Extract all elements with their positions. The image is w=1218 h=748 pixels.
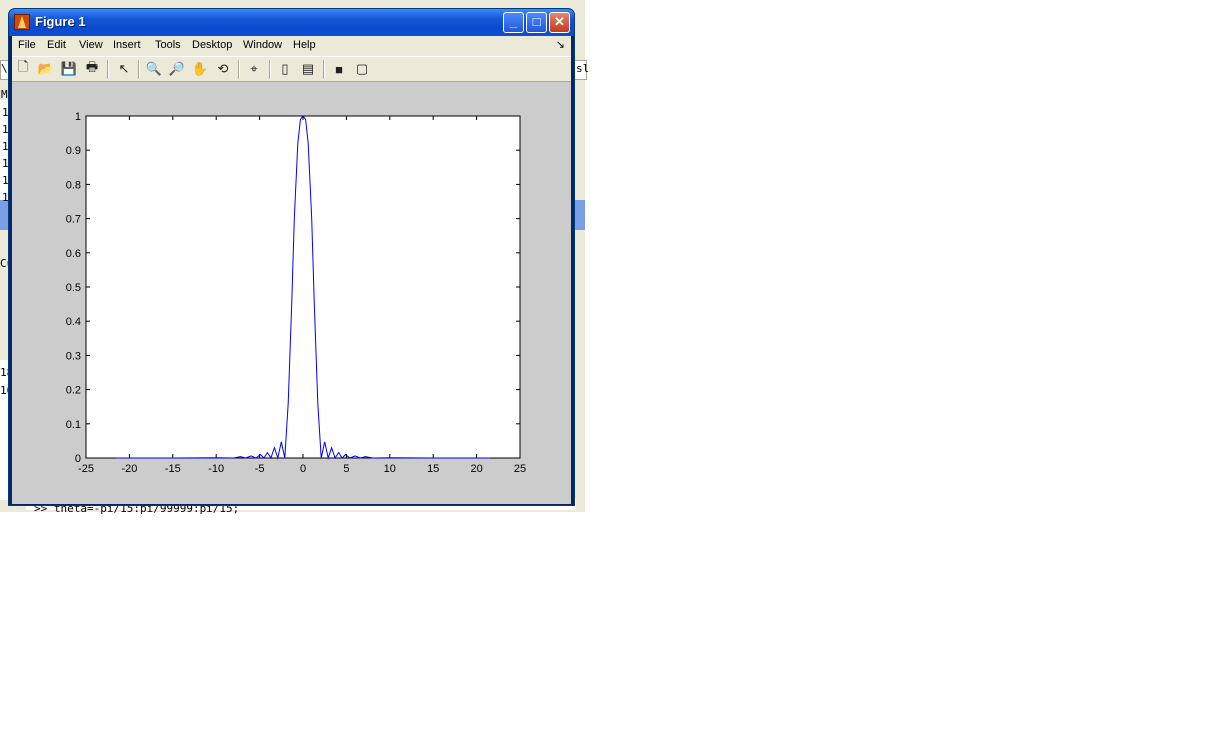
menu-file[interactable]: File: [18, 39, 36, 51]
x-tick-label: 15: [427, 463, 439, 475]
x-tick-label: -15: [165, 463, 181, 475]
axes-box[interactable]: [85, 115, 521, 459]
pan-icon[interactable]: ✋: [191, 60, 209, 78]
desktop-fragment: M: [1, 88, 8, 101]
title-bar[interactable]: Figure 1 _ □ ✕: [9, 9, 574, 36]
toolbar-separator: [269, 60, 271, 79]
y-tick-label: 0.6: [66, 248, 81, 260]
insert-legend-icon[interactable]: ▤: [299, 60, 317, 78]
x-tick-label: 20: [470, 463, 482, 475]
desktop-fragment: sl: [576, 62, 590, 75]
hide-plot-tools-icon[interactable]: ■: [330, 60, 348, 78]
menu-bar: File Edit View Insert Tools Desktop Wind…: [12, 36, 571, 56]
menu-insert[interactable]: Insert: [113, 39, 141, 51]
toolbar-separator: [138, 60, 140, 79]
insert-colorbar-icon[interactable]: ▯: [276, 60, 294, 78]
matlab-logo-icon[interactable]: [14, 14, 30, 30]
figure-toolbar: 🗋 📂 💾 🖶 ↖ 🔍 🔎 ✋ ⟲ ⌖ ▯ ▤ ■ ▢: [12, 56, 571, 82]
y-tick-label: 0.9: [66, 145, 81, 157]
plot-svg[interactable]: -25 -20 -15 -10 -5 0 5 10 15 20 2500.10.20.30.40.5…: [12, 82, 571, 504]
dock-figure-arrow-icon[interactable]: ↘: [556, 38, 565, 51]
x-tick-label: 5: [343, 463, 349, 475]
y-tick-label: 1: [75, 111, 81, 123]
zoom-out-icon[interactable]: 🔎: [168, 60, 186, 78]
y-tick-label: 0.5: [66, 282, 81, 294]
figure-canvas[interactable]: -25 -20 -15 -10 -5 0 5 10 15 20 25 0 0.1 0.2 0.3 0.4 0.5…: [12, 82, 571, 504]
toolbar-separator: [238, 60, 240, 79]
rotate-3d-icon[interactable]: ⟲: [214, 60, 232, 78]
y-tick-label: 0.8: [66, 179, 81, 191]
toolbar-separator: [323, 60, 325, 79]
menu-help[interactable]: Help: [293, 39, 316, 51]
menu-edit[interactable]: Edit: [47, 39, 66, 51]
figure-window: Figure 1 _ □ ✕ File Edit View Insert Too…: [8, 8, 575, 506]
open-file-icon[interactable]: 📂: [37, 60, 55, 78]
menu-tools[interactable]: Tools: [155, 39, 181, 51]
new-figure-icon[interactable]: 🗋: [14, 59, 32, 78]
data-cursor-icon[interactable]: ⌖: [245, 60, 263, 78]
maximize-button[interactable]: □: [526, 12, 547, 33]
y-tick-label: 0.2: [66, 385, 81, 397]
close-button[interactable]: ✕: [549, 12, 570, 33]
edit-plot-icon[interactable]: ↖: [115, 60, 133, 78]
y-tick-label: 0.4: [66, 316, 81, 328]
menu-desktop[interactable]: Desktop: [192, 39, 232, 51]
save-figure-icon[interactable]: 💾: [60, 60, 78, 78]
x-tick-label: -20: [121, 463, 137, 475]
menu-window[interactable]: Window: [243, 39, 282, 51]
y-tick-label: 0.7: [66, 214, 81, 226]
x-tick-label: -5: [255, 463, 265, 475]
desktop-selected-row-right: [574, 200, 585, 230]
y-tick-label: 0: [75, 453, 81, 465]
y-tick-label: 0.1: [66, 419, 81, 431]
x-tick-label: 0: [300, 463, 306, 475]
toolbar-separator: [107, 60, 109, 79]
figure-client-area: File Edit View Insert Tools Desktop Wind…: [12, 36, 571, 504]
y-tick-label: 0.3: [66, 350, 81, 362]
menu-view[interactable]: View: [79, 39, 103, 51]
minimize-button[interactable]: _: [503, 12, 524, 33]
print-figure-icon[interactable]: 🖶: [83, 59, 101, 78]
window-title: Figure 1: [35, 14, 86, 29]
show-plot-tools-icon[interactable]: ▢: [353, 60, 371, 78]
x-tick-label: 10: [384, 463, 396, 475]
zoom-in-icon[interactable]: 🔍: [145, 60, 163, 78]
x-tick-label: -10: [208, 463, 224, 475]
x-tick-label: 25: [514, 463, 526, 475]
